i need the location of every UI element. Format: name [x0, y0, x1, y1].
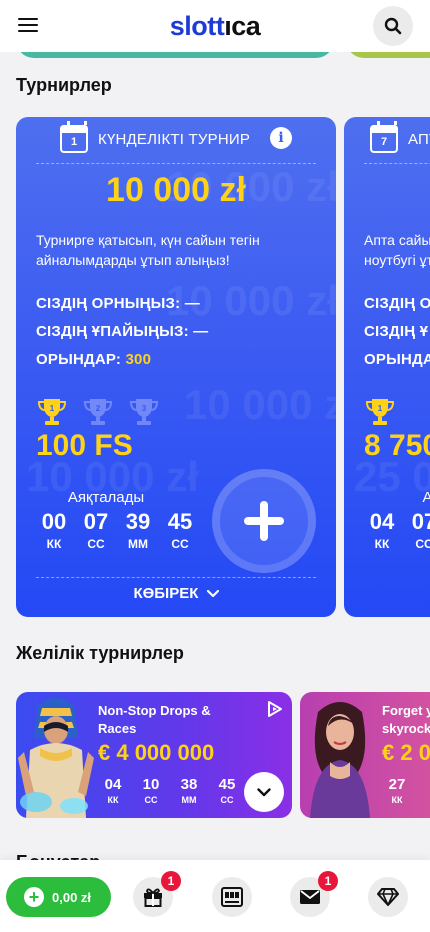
timer-unit: 45 СС — [218, 776, 236, 805]
section-title-tournaments: Турнирлер — [16, 75, 112, 95]
timer-unit: 07СС — [83, 509, 109, 551]
trophy-gold-icon: 1 — [365, 399, 395, 425]
slot-machine-icon — [221, 887, 243, 907]
plus-icon: + — [24, 887, 44, 907]
trophy-gold-icon: 1 — [37, 399, 67, 425]
gift-icon — [144, 888, 162, 907]
tournament-prize: 10 000 zł — [106, 171, 246, 209]
balance-amount: 0,00 zł — [52, 889, 92, 905]
tournament-card-daily[interactable]: 10 000 zł 10 000 zł 10 000 zł 10 000 zł … — [16, 117, 336, 617]
slot-games-button[interactable] — [212, 877, 252, 917]
watermark: 10 000 zł — [184, 381, 336, 428]
countdown-timer: 00 КК 07 СС 39 ММ 45 СС — [38, 509, 196, 551]
chevron-down-icon — [257, 787, 271, 796]
svg-text:1: 1 — [50, 404, 55, 413]
menu-icon[interactable] — [18, 18, 38, 34]
network-tournament-card[interactable]: Forget y skyrock € 2 0 27 КК — [300, 692, 430, 818]
svg-text:1: 1 — [378, 404, 383, 413]
ends-label: Аяқт — [422, 489, 430, 506]
divider — [364, 163, 430, 164]
trophies: 1 2 3 — [36, 397, 160, 427]
ends-label: Аяқталады — [67, 489, 145, 506]
network-tournament-title: Forget y skyrock — [382, 703, 430, 736]
deposit-balance-button[interactable]: + 0,00 zł — [6, 877, 111, 917]
timer-unit: 00 КК — [41, 509, 67, 551]
expand-button[interactable] — [244, 772, 284, 812]
search-button[interactable] — [373, 6, 413, 46]
tournament-description: Турнирге қатысып, күн сайын тегін айналы… — [36, 232, 260, 268]
tournament-card-weekly[interactable]: 25 0 7 АПТ Апта сайы ноутбугі ұт СІЗДІҢ … — [344, 117, 430, 617]
calendar-icon: 7 — [370, 121, 398, 153]
trophy-silver-icon: 2 — [83, 399, 113, 425]
timer-unit: 45 СС — [167, 509, 193, 551]
provider-logo-icon — [268, 701, 282, 717]
tournament-reward: 8 750 — [364, 429, 430, 462]
diamond-icon — [377, 888, 399, 906]
calendar-icon: 1 — [60, 121, 88, 153]
network-tournament-title: Non-Stop Drops & Races — [98, 703, 211, 736]
woman-character-image — [310, 702, 370, 818]
trophy-bronze-icon: 3 — [129, 399, 159, 425]
pharaoh-character-image — [18, 698, 94, 818]
vip-button[interactable] — [368, 877, 408, 917]
join-tournament-button[interactable] — [212, 469, 316, 573]
stat-seats: ОРЫНДАР: 300 — [36, 351, 152, 368]
chevron-down-icon — [206, 589, 219, 598]
countdown-timer: 04КК 07СС — [366, 509, 430, 551]
timer-unit: 27 КК — [388, 776, 406, 805]
stat-points: СІЗДІҢ Ұ — [364, 323, 429, 340]
bottom-nav-bar: + 0,00 zł 1 1 — [0, 860, 430, 932]
svg-text:2: 2 — [96, 404, 101, 413]
notification-badge: 1 — [318, 871, 338, 891]
tournament-description: Апта сайы ноутбугі ұт — [364, 232, 430, 268]
notification-badge: 1 — [161, 871, 181, 891]
stat-points: СІЗДІҢ ҰПАЙЫҢЫЗ: — — [36, 323, 209, 340]
divider — [36, 163, 316, 164]
more-button[interactable]: КӨБІРЕК — [16, 585, 336, 602]
timer-unit: 10 СС — [142, 776, 160, 805]
stat-seats: ОРЫНДА — [364, 351, 430, 368]
timer-unit: 38 ММ — [180, 776, 198, 805]
stat-place: СІЗДІҢ ОР — [364, 295, 430, 312]
logo[interactable]: slottıca — [170, 11, 261, 42]
section-title-network-tournaments: Желілік турнирлер — [16, 643, 184, 663]
svg-text:3: 3 — [142, 404, 147, 413]
timer-unit: 04 КК — [104, 776, 122, 805]
countdown-timer: 27 КК — [384, 776, 410, 805]
gifts-button[interactable]: 1 — [133, 871, 181, 917]
messages-button[interactable]: 1 — [290, 871, 338, 917]
stat-place: СІЗДІҢ ОРНЫҢЫЗ: — — [36, 295, 200, 312]
plus-icon — [244, 501, 284, 541]
mail-icon — [300, 890, 320, 904]
top-header: slottıca — [0, 0, 430, 52]
divider — [36, 577, 316, 578]
tournament-name: КҮНДЕЛІКТІ ТУРНИР — [98, 131, 251, 148]
countdown-timer: 04 КК 10 СС 38 ММ 45 СС — [100, 776, 240, 805]
info-icon[interactable]: i — [270, 127, 292, 149]
network-tournament-prize: € 2 0 — [382, 740, 430, 765]
network-tournament-card[interactable]: Non-Stop Drops & Races € 4 000 000 04 КК … — [16, 692, 292, 818]
network-tournament-prize: € 4 000 000 — [98, 740, 215, 765]
trophies: 1 — [364, 397, 396, 427]
tournament-reward: 100 FS — [36, 429, 133, 462]
timer-unit: 04 КК — [369, 509, 395, 551]
timer-unit: 07СС — [411, 509, 430, 551]
search-icon — [384, 17, 402, 35]
page: slottıca Турнирлер 10 000 zł 10 000 zł 1… — [0, 0, 430, 932]
timer-unit: 39 ММ — [125, 509, 151, 551]
tournament-name: АПТ — [408, 131, 430, 148]
